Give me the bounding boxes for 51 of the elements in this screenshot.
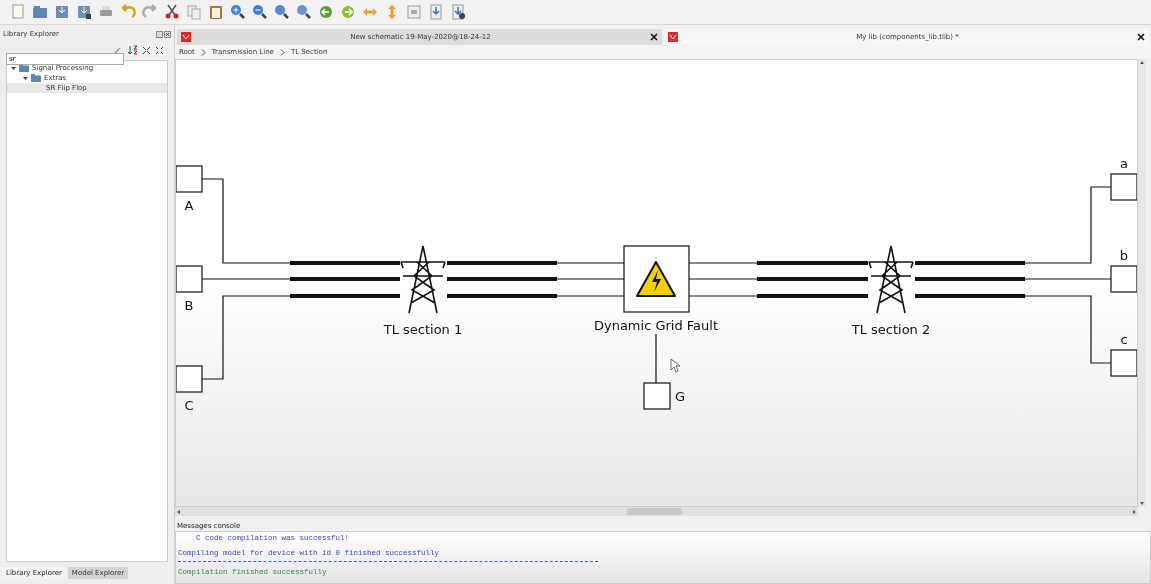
cut-icon[interactable] <box>164 4 180 20</box>
transmission-tower-icon[interactable] <box>868 245 914 314</box>
port-label: B <box>184 298 194 313</box>
scrollbar-thumb[interactable] <box>627 508 682 515</box>
chevron-icon <box>200 48 206 56</box>
arrow-down-icon[interactable] <box>1139 501 1145 507</box>
close-icon[interactable] <box>1137 33 1145 41</box>
export-icon[interactable] <box>450 4 466 20</box>
port-label: A <box>184 198 194 213</box>
close-icon[interactable] <box>650 33 658 41</box>
port-label: G <box>675 389 686 404</box>
collapse-icon[interactable] <box>142 45 151 55</box>
port-label: b <box>1119 248 1129 263</box>
expanded-arrow-icon[interactable] <box>11 65 16 71</box>
component-label: TL section 1 <box>383 322 463 337</box>
component-label: TL section 2 <box>851 322 931 337</box>
port-label: c <box>1120 332 1128 347</box>
folder-icon <box>19 64 29 72</box>
mouse-cursor-icon <box>670 358 681 373</box>
port[interactable] <box>643 382 671 410</box>
port-label: C <box>184 398 194 413</box>
zoom-reset-icon[interactable] <box>296 4 312 20</box>
arrow-left-icon[interactable] <box>175 508 181 515</box>
expand-icon[interactable] <box>155 45 164 55</box>
component-label: Dynamic Grid Fault <box>593 318 719 333</box>
arrow-right-icon[interactable] <box>1132 508 1138 515</box>
close-icon[interactable] <box>164 30 171 38</box>
folder-icon[interactable] <box>32 4 48 20</box>
wire <box>556 262 625 297</box>
chevron-icon <box>279 48 285 56</box>
paste-icon[interactable] <box>208 4 224 20</box>
folder-icon <box>31 74 41 82</box>
wire <box>688 262 758 297</box>
high-voltage-icon <box>636 261 676 297</box>
save-icon[interactable] <box>54 4 70 20</box>
port-label: a <box>1120 156 1128 171</box>
app-logo-icon <box>668 32 678 42</box>
horizontal-scrollbar[interactable] <box>175 507 1138 516</box>
import-icon[interactable] <box>428 4 444 20</box>
transmission-tower-icon[interactable] <box>400 245 446 314</box>
arrow-back-icon[interactable] <box>318 4 334 20</box>
expanded-arrow-icon[interactable] <box>23 75 28 81</box>
arrow-up-icon[interactable] <box>1139 59 1145 65</box>
zoom-out-icon[interactable] <box>252 4 268 20</box>
zoom-fit-icon[interactable] <box>274 4 290 20</box>
vertical-scrollbar[interactable] <box>1138 59 1146 507</box>
save-as-icon[interactable] <box>76 4 92 20</box>
app-logo-icon <box>181 32 191 42</box>
sort-icon[interactable] <box>128 45 138 55</box>
wire <box>655 333 657 384</box>
zoom-in-icon[interactable] <box>230 4 246 20</box>
